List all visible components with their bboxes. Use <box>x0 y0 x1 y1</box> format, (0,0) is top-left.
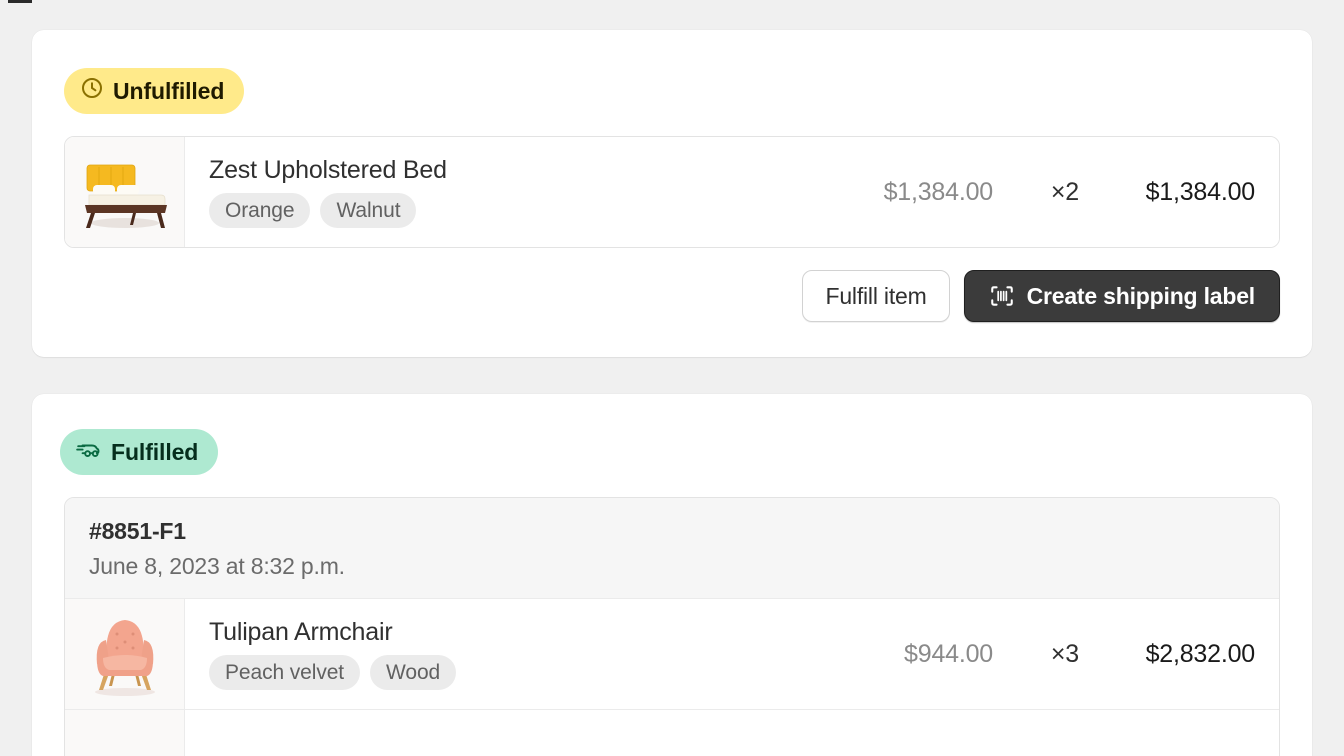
status-badge-label: Fulfilled <box>111 438 199 465</box>
top-clipped-element <box>8 0 32 3</box>
barcode-scan-icon <box>989 283 1015 309</box>
line-total: $2,832.00 <box>1145 639 1256 668</box>
fulfillment-block: #8851-F1 June 8, 2023 at 8:32 p.m. Tulip… <box>64 497 1280 756</box>
delivery-truck-icon <box>76 437 102 467</box>
status-badge-label: Unfulfilled <box>113 77 225 104</box>
unfulfilled-section-card: Unfulfilled Zest Upholstered Bed Orange … <box>32 30 1312 357</box>
bed-illustration <box>84 164 167 228</box>
create-shipping-label-text: Create shipping label <box>1026 282 1256 309</box>
quantity: ×2 <box>1050 177 1079 206</box>
order-fulfillment-page: Unfulfilled Zest Upholstered Bed Orange … <box>0 0 1344 756</box>
create-shipping-label-button[interactable]: Create shipping label <box>963 270 1280 322</box>
product-thumbnail-armchair <box>65 599 185 709</box>
unfulfilled-items-table: Zest Upholstered Bed Orange Walnut $1,38… <box>64 136 1280 248</box>
fulfillment-header: #8851-F1 June 8, 2023 at 8:32 p.m. <box>65 498 1279 598</box>
variant-tag: Peach velvet <box>209 655 361 691</box>
table-row-clipped[interactable] <box>65 709 1279 756</box>
fulfillment-id[interactable]: #8851-F1 <box>89 518 1255 545</box>
product-thumbnail-next <box>65 710 185 756</box>
table-row[interactable]: Zest Upholstered Bed Orange Walnut $1,38… <box>65 137 1279 247</box>
fulfill-item-label: Fulfill item <box>825 282 927 309</box>
line-total: $1,384.00 <box>1145 177 1256 206</box>
variant-tags: Peach velvet Wood <box>209 655 773 691</box>
unfulfilled-actions: Fulfill item Create shipping label <box>32 270 1280 322</box>
table-row[interactable]: Tulipan Armchair Peach velvet Wood $944.… <box>65 598 1279 709</box>
product-title[interactable]: Tulipan Armchair <box>209 618 773 647</box>
fulfillment-date: June 8, 2023 at 8:32 p.m. <box>89 553 345 579</box>
variant-tag: Walnut <box>320 193 417 229</box>
clock-icon <box>80 76 104 106</box>
status-badge-fulfilled: Fulfilled <box>60 429 219 475</box>
fulfilled-section-card: Fulfilled #8851-F1 June 8, 2023 at 8:32 … <box>32 394 1312 756</box>
variant-tag: Orange <box>209 193 311 229</box>
product-title[interactable]: Zest Upholstered Bed <box>209 156 773 185</box>
quantity: ×3 <box>1050 639 1079 668</box>
status-badge-unfulfilled: Unfulfilled <box>64 68 245 114</box>
product-thumbnail-bed <box>65 137 185 247</box>
variant-tags: Orange Walnut <box>209 193 773 229</box>
unit-price: $1,384.00 <box>883 177 994 206</box>
fulfill-item-button[interactable]: Fulfill item <box>802 270 950 322</box>
product-info: Tulipan Armchair Peach velvet Wood <box>185 618 793 691</box>
product-info: Zest Upholstered Bed Orange Walnut <box>185 156 793 229</box>
armchair-illustration <box>94 620 155 696</box>
unit-price: $944.00 <box>904 639 993 668</box>
variant-tag: Wood <box>370 655 457 691</box>
